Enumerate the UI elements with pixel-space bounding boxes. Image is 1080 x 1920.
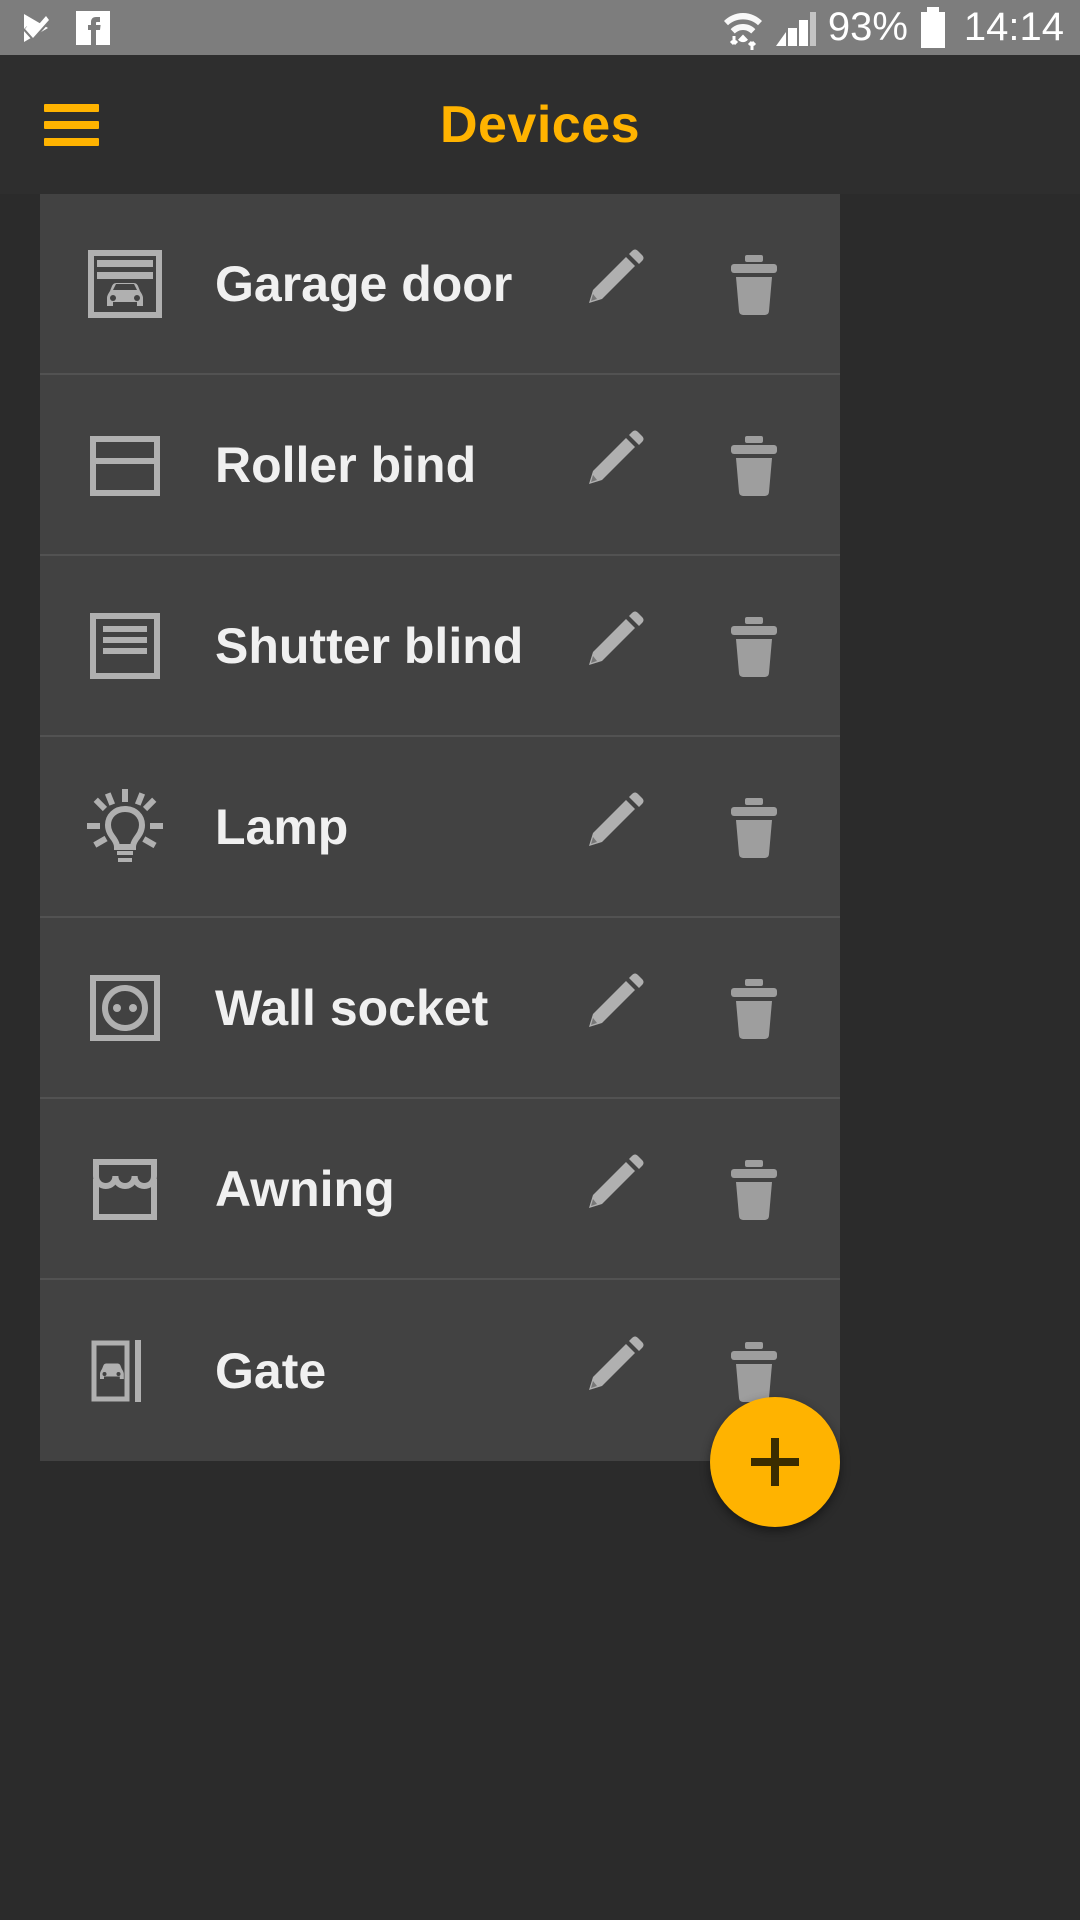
edit-icon[interactable] bbox=[566, 1323, 662, 1419]
table-row[interactable]: Roller bind bbox=[40, 375, 840, 556]
edit-icon[interactable] bbox=[566, 779, 662, 875]
plus-icon bbox=[751, 1438, 799, 1486]
trash-icon[interactable] bbox=[706, 960, 802, 1056]
table-row[interactable]: Shutter blind bbox=[40, 556, 840, 737]
edit-icon[interactable] bbox=[566, 417, 662, 513]
trash-icon[interactable] bbox=[706, 779, 802, 875]
row-actions bbox=[566, 960, 840, 1056]
device-name: Lamp bbox=[215, 798, 349, 855]
device-name: Gate bbox=[215, 1342, 327, 1399]
trash-icon[interactable] bbox=[706, 1141, 802, 1237]
edit-icon[interactable] bbox=[566, 236, 662, 332]
device-name: Shutter blind bbox=[215, 617, 524, 674]
garage-door-icon bbox=[82, 241, 168, 327]
facebook-icon bbox=[76, 10, 110, 45]
battery-percent-label: 93% bbox=[827, 5, 908, 49]
edit-icon[interactable] bbox=[566, 960, 662, 1056]
row-actions bbox=[566, 236, 840, 332]
awning-icon bbox=[82, 1146, 168, 1232]
trash-icon[interactable] bbox=[706, 598, 802, 694]
table-row[interactable]: Wall socket bbox=[40, 918, 840, 1099]
trash-icon[interactable] bbox=[706, 236, 802, 332]
row-actions bbox=[566, 779, 840, 875]
battery-full-icon bbox=[918, 5, 948, 51]
signal-bars-icon bbox=[774, 6, 818, 50]
lamp-icon bbox=[82, 784, 168, 870]
table-row[interactable]: Lamp bbox=[40, 737, 840, 918]
row-actions bbox=[566, 598, 840, 694]
edit-icon[interactable] bbox=[566, 598, 662, 694]
gate-icon bbox=[82, 1328, 168, 1414]
shutter-blind-icon bbox=[82, 603, 168, 689]
app-bar: Devices bbox=[0, 55, 1080, 194]
status-bar: 93% 14:14 bbox=[0, 0, 1080, 55]
edit-icon[interactable] bbox=[566, 1141, 662, 1237]
table-row[interactable]: Awning bbox=[40, 1099, 840, 1280]
row-actions bbox=[566, 1141, 840, 1237]
status-bar-notification-icons bbox=[18, 10, 110, 46]
status-bar-system-icons: 93% 14:14 bbox=[722, 0, 1064, 55]
wall-socket-icon bbox=[82, 965, 168, 1051]
play-check-icon bbox=[18, 10, 54, 46]
row-actions bbox=[566, 417, 840, 513]
device-list: Garage door Roller bind Shutter blind La… bbox=[40, 194, 840, 1461]
table-row[interactable]: Garage door bbox=[40, 194, 840, 375]
wifi-data-icon bbox=[722, 5, 764, 51]
device-name: Wall socket bbox=[215, 979, 489, 1036]
device-name: Roller bind bbox=[215, 436, 477, 493]
device-name: Awning bbox=[215, 1160, 395, 1217]
status-bar-clock: 14:14 bbox=[963, 5, 1064, 49]
roller-blind-icon bbox=[82, 422, 168, 508]
device-name: Garage door bbox=[215, 255, 513, 312]
trash-icon[interactable] bbox=[706, 417, 802, 513]
add-device-fab[interactable] bbox=[710, 1397, 840, 1527]
page-title: Devices bbox=[439, 95, 641, 154]
